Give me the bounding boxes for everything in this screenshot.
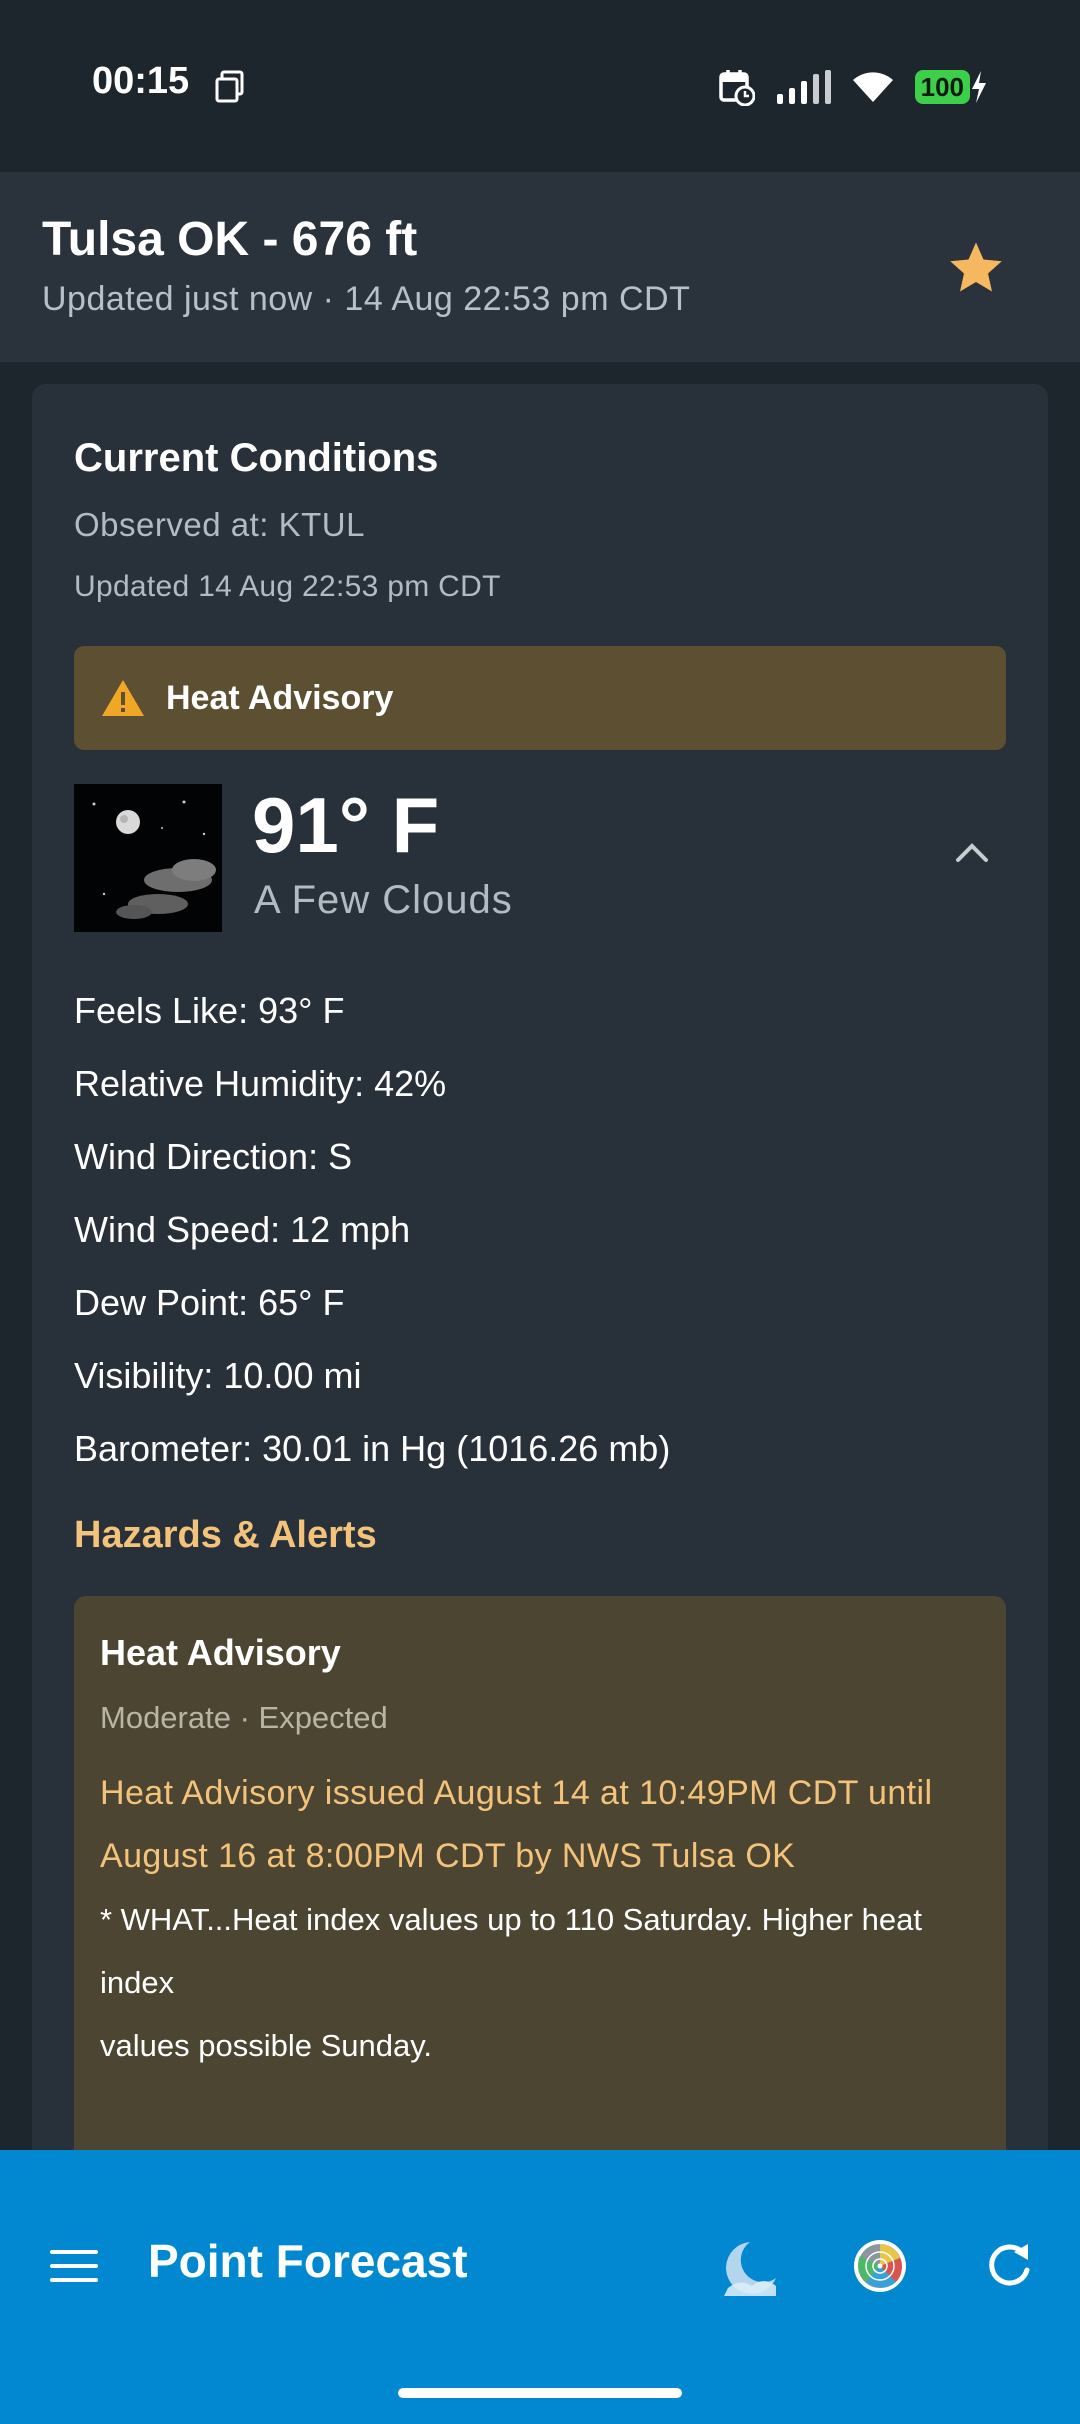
calendar-alarm-icon: [718, 70, 755, 106]
current-conditions-card: Current Conditions Observed at: KTUL Upd…: [32, 384, 1048, 2424]
feels-like: Feels Like: 93° F: [74, 990, 345, 1031]
hazard-description-line: values possible Sunday.: [100, 2028, 433, 2063]
observation-updated: Updated 14 Aug 22:53 pm CDT: [74, 570, 501, 603]
hazard-title: Heat Advisory: [100, 1632, 341, 1673]
relative-humidity: Relative Humidity: 42%: [74, 1063, 447, 1104]
wind-speed: Wind Speed: 12 mph: [74, 1209, 411, 1250]
current-description: A Few Clouds: [254, 878, 513, 922]
home-indicator[interactable]: [398, 2388, 682, 2398]
observed-station: Observed at: KTUL: [74, 506, 365, 543]
barometer: Barometer: 30.01 in Hg (1016.26 mb): [74, 1428, 671, 1469]
warning-icon: [102, 680, 144, 716]
menu-icon[interactable]: [50, 2248, 98, 2284]
wind-direction: Wind Direction: S: [74, 1136, 353, 1177]
night-few-clouds-icon: [74, 784, 222, 932]
advisory-banner-label: Heat Advisory: [166, 678, 394, 717]
status-bar: 00:15 100: [0, 0, 1080, 172]
location-title: Tulsa OK - 676 ft: [42, 213, 418, 266]
current-conditions-title: Current Conditions: [74, 436, 439, 480]
dew-point: Dew Point: 65° F: [74, 1282, 345, 1323]
visibility: Visibility: 10.00 mi: [74, 1355, 362, 1396]
status-icons: 100: [718, 66, 988, 108]
copy-icon: [215, 70, 244, 103]
radar-icon[interactable]: [852, 2238, 908, 2294]
hazard-description: * WHAT...Heat index values up to 110 Sat…: [100, 1888, 980, 2077]
condition-details: Feels Like: 93° F Relative Humidity: 42%…: [74, 974, 670, 1485]
star-icon[interactable]: [946, 238, 1006, 298]
location-header: Tulsa OK - 676 ft Updated just now · 14 …: [0, 172, 1080, 362]
bottom-app-bar: Point Forecast: [0, 2150, 1080, 2424]
hazards-heading: Hazards & Alerts: [74, 1514, 377, 1556]
status-time: 00:15: [92, 60, 190, 102]
heat-advisory-banner[interactable]: Heat Advisory: [74, 646, 1006, 750]
bolt-icon: [972, 71, 986, 103]
location-updated: Updated just now · 14 Aug 22:53 pm CDT: [42, 280, 691, 318]
moon-icon[interactable]: [720, 2238, 778, 2296]
hazard-headline: Heat Advisory issued August 14 at 10:49P…: [100, 1774, 933, 1875]
app-bar-title: Point Forecast: [148, 2235, 468, 2287]
hazard-description-line: * WHAT...Heat index values up to 110 Sat…: [100, 1902, 922, 2000]
chevron-up-icon[interactable]: [954, 840, 990, 864]
battery-charging-icon: 100: [914, 70, 988, 104]
wifi-icon: [852, 72, 893, 102]
current-temperature: 91° F: [252, 781, 440, 869]
battery-level: 100: [914, 70, 970, 104]
refresh-icon[interactable]: [984, 2240, 1034, 2290]
hazard-severity: Moderate · Expected: [100, 1700, 388, 1735]
signal-icon: [776, 70, 831, 104]
